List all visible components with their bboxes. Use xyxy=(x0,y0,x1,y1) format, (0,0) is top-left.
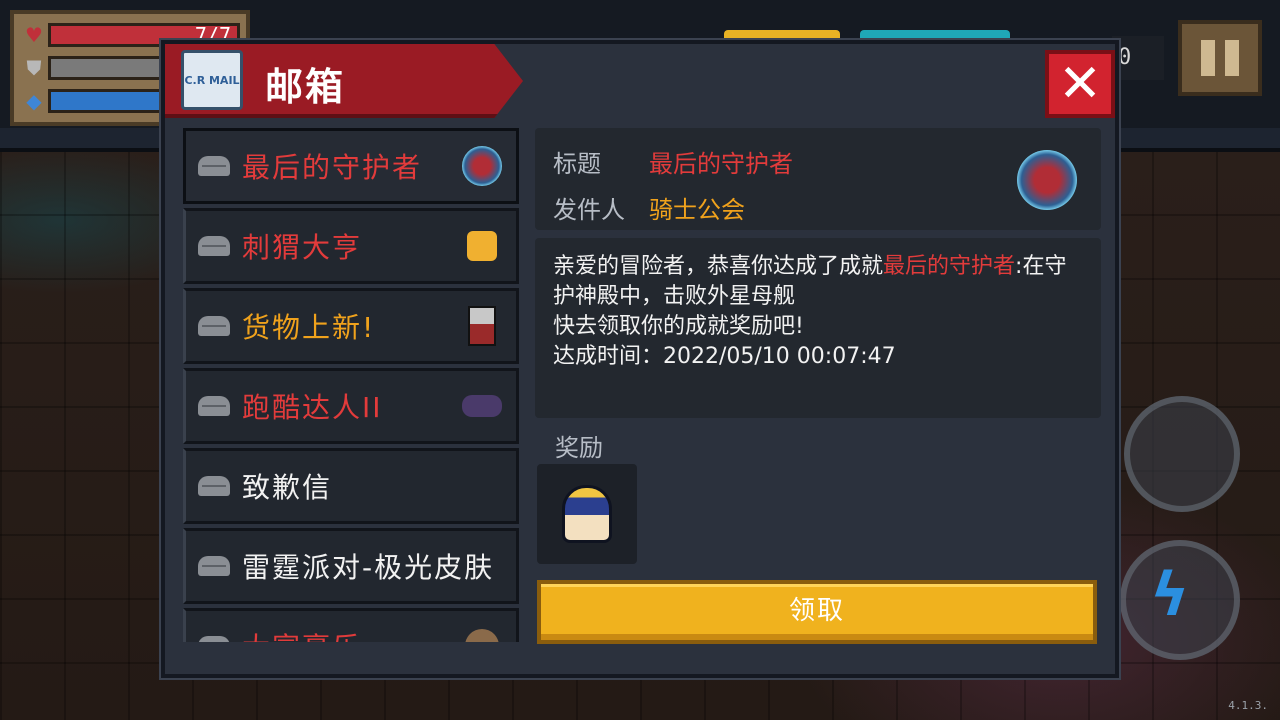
envelope-icon xyxy=(198,236,230,256)
claim-button[interactable]: 领取 xyxy=(537,580,1097,644)
mail-body: 亲爱的冒险者，恭喜你达成了成就最后的守护者:在守护神殿中，击败外星母舰 快去领取… xyxy=(535,238,1101,418)
coin-count: 0 xyxy=(1112,36,1164,80)
envelope-icon xyxy=(198,556,230,576)
mail-item[interactable]: 最后的守护者 xyxy=(183,128,519,204)
sender-key: 发件人 xyxy=(553,196,625,224)
subject-row: 标题 最后的守护者 xyxy=(553,144,793,179)
lightning-icon: ϟ xyxy=(1150,560,1190,630)
mail-item[interactable]: 致歉信 xyxy=(183,448,519,524)
achievement-name: 最后的守护者 xyxy=(883,254,1016,279)
mail-item-title: 跑酷达人II xyxy=(242,391,383,424)
reward-label: 奖励 xyxy=(555,434,603,462)
mail-item[interactable]: 雷霆派对-极光皮肤 xyxy=(183,528,519,604)
game-scene: ♥ 7/7 ⛊ 6/6 ◆ 200/2 0 ϟ 4.1.3. C.R MAIL … xyxy=(0,0,1280,720)
reward-skin-icon xyxy=(562,485,612,543)
pause-bar-right xyxy=(1225,40,1239,76)
envelope-icon xyxy=(198,396,230,416)
close-button[interactable]: ✕ xyxy=(1045,50,1115,118)
guardian-orb-icon xyxy=(1017,150,1077,210)
mail-item[interactable]: 跑酷达人II xyxy=(183,368,519,444)
diamond-icon: ◆ xyxy=(26,89,42,113)
sender-value: 骑士公会 xyxy=(649,196,745,224)
guardian-orb-icon xyxy=(458,142,506,190)
envelope-icon xyxy=(198,476,230,496)
sender-row: 发件人 骑士公会 xyxy=(553,190,745,225)
merchant-icon xyxy=(458,302,506,350)
heart-icon: ♥ xyxy=(25,23,43,47)
mail-item-title: 致歉信 xyxy=(242,471,333,504)
shield-icon: ⛊ xyxy=(26,56,42,80)
envelope-icon xyxy=(198,316,230,336)
weapon-swap-button[interactable] xyxy=(1124,396,1240,512)
mail-item-title: 货物上新! xyxy=(242,311,376,344)
hedgehog-icon xyxy=(458,222,506,270)
body-line: 快去领取你的成就奖励吧! xyxy=(553,314,804,339)
shadow-creature-icon xyxy=(458,382,506,430)
mail-item-title: 刺猬大亨 xyxy=(242,231,363,264)
mailbox-window: C.R MAIL 邮箱 ✕ 最后的守护者 刺猬大亨 货物上新! 跑酷达人II 致… xyxy=(161,40,1119,678)
character-icon xyxy=(458,622,506,642)
mail-item[interactable]: 货物上新! xyxy=(183,288,519,364)
mail-detail-header: 标题 最后的守护者 发件人 骑士公会 xyxy=(535,128,1101,230)
reward-slot[interactable] xyxy=(537,464,637,564)
mail-item-title: 大富豪乐 xyxy=(242,626,458,642)
envelope-icon xyxy=(198,636,230,642)
mail-item-title: 最后的守护者 xyxy=(242,151,423,184)
pause-bar-left xyxy=(1201,40,1215,76)
mail-item-title: 雷霆派对-极光皮肤 xyxy=(242,551,495,584)
mailbox-title: 邮箱 xyxy=(265,65,346,109)
body-line: 亲爱的冒险者，恭喜你达成了成就最后的守护者:在守护神殿中，击败外星母舰 xyxy=(553,252,1083,312)
body-text: 亲爱的冒险者，恭喜你达成了成就 xyxy=(553,254,884,279)
mail-envelope-icon: C.R MAIL xyxy=(181,50,243,110)
version-label: 4.1.3. xyxy=(1228,699,1268,712)
subject-value: 最后的守护者 xyxy=(649,150,793,178)
mailbox-header: C.R MAIL 邮箱 xyxy=(165,44,523,118)
mail-item[interactable]: 大富豪乐 xyxy=(183,608,519,642)
pause-button[interactable] xyxy=(1178,20,1262,96)
envelope-icon xyxy=(198,156,230,176)
subject-key: 标题 xyxy=(553,150,601,178)
mail-list[interactable]: 最后的守护者 刺猬大亨 货物上新! 跑酷达人II 致歉信 雷霆派对-极光皮肤 xyxy=(183,128,523,642)
body-line: 达成时间：2022/05/10 00:07:47 xyxy=(553,344,896,369)
mail-item[interactable]: 刺猬大亨 xyxy=(183,208,519,284)
